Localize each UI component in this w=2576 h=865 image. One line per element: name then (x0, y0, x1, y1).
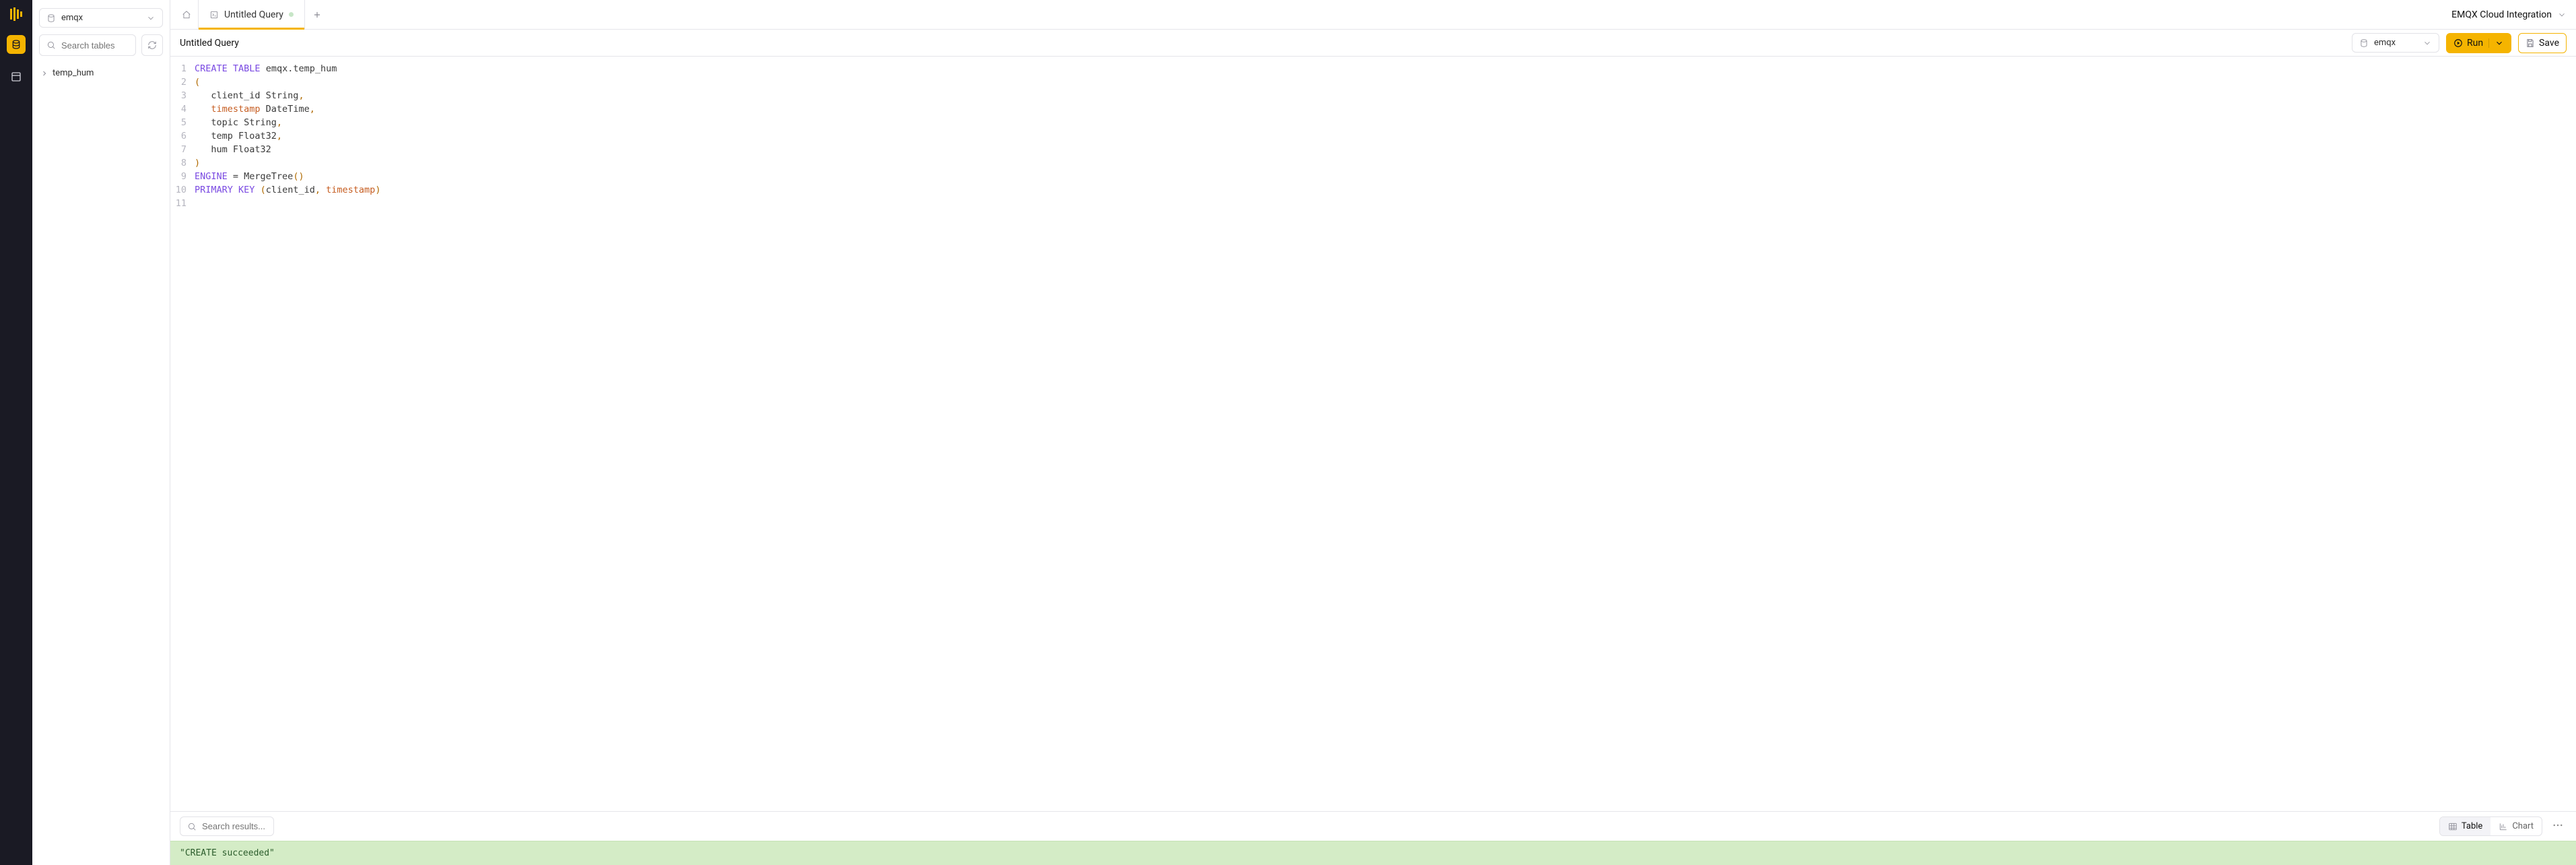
chevron-down-icon (2422, 38, 2432, 48)
explorer-sidebar: emqx temp_hum (32, 0, 170, 865)
chevron-down-icon (2557, 10, 2567, 20)
run-button-label: Run (2467, 38, 2483, 49)
database-selector[interactable]: emqx (39, 8, 163, 28)
save-button[interactable]: Save (2518, 33, 2567, 53)
integration-switcher-label: EMQX Cloud Integration (2451, 9, 2552, 20)
save-button-label: Save (2539, 38, 2559, 49)
query-tab[interactable]: Untitled Query (199, 0, 305, 29)
chart-icon (2499, 822, 2508, 831)
results-view-toggle: Table Chart (2439, 816, 2542, 836)
search-icon (187, 822, 197, 831)
run-button[interactable]: Run (2446, 33, 2511, 53)
query-tab-label: Untitled Query (224, 9, 283, 20)
refresh-icon (147, 40, 157, 50)
sql-editor[interactable]: 1234567891011 CREATE TABLE emqx.temp_hum… (170, 57, 2576, 811)
tab-bar: Untitled Query EMQX Cloud Integration (170, 0, 2576, 30)
run-target-selector[interactable]: emqx (2352, 33, 2439, 53)
integration-switcher[interactable]: EMQX Cloud Integration (2451, 0, 2576, 29)
query-title: Untitled Query (180, 38, 239, 49)
nav-sql-console[interactable] (7, 35, 26, 54)
nav-dashboards[interactable] (7, 67, 26, 86)
more-icon (2552, 819, 2564, 831)
results-more-menu[interactable] (2549, 816, 2567, 837)
editor-gutter: 1234567891011 (170, 62, 191, 806)
results-bar: Table Chart (170, 811, 2576, 841)
results-view-chart-label: Chart (2512, 821, 2534, 831)
add-tab-button[interactable] (305, 0, 329, 29)
results-view-table-label: Table (2462, 821, 2482, 831)
search-icon (46, 40, 56, 50)
chevron-down-icon (2495, 38, 2504, 48)
query-toolbar: Untitled Query emqx Run Save (170, 30, 2576, 57)
database-icon (46, 13, 56, 23)
table-list: temp_hum (39, 63, 163, 81)
run-target-value: emqx (2374, 38, 2396, 48)
home-icon (182, 10, 191, 20)
results-view-chart[interactable]: Chart (2490, 817, 2542, 835)
chevron-down-icon (146, 13, 156, 23)
table-item[interactable]: temp_hum (39, 65, 163, 81)
results-view-table[interactable]: Table (2440, 817, 2490, 835)
table-item-label: temp_hum (53, 68, 94, 78)
app-logo-icon (9, 7, 24, 22)
save-icon (2526, 38, 2535, 48)
editor-code[interactable]: CREATE TABLE emqx.temp_hum( client_id St… (191, 62, 2576, 806)
run-button-dropdown[interactable] (2488, 38, 2504, 48)
refresh-tables-button[interactable] (141, 34, 163, 56)
results-search-input[interactable] (180, 816, 274, 836)
database-icon (2359, 38, 2369, 48)
home-tab[interactable] (174, 0, 199, 29)
database-selector-value: emqx (61, 13, 83, 23)
nav-rail (0, 0, 32, 865)
play-icon (2453, 38, 2463, 48)
tab-dirty-indicator (289, 12, 294, 17)
chevron-right-icon (40, 69, 48, 77)
result-banner: "CREATE succeeded" (170, 841, 2576, 865)
table-icon (2448, 822, 2458, 831)
search-tables-input[interactable] (39, 34, 136, 56)
main-pane: Untitled Query EMQX Cloud Integration Un… (170, 0, 2576, 865)
query-icon (209, 10, 219, 20)
